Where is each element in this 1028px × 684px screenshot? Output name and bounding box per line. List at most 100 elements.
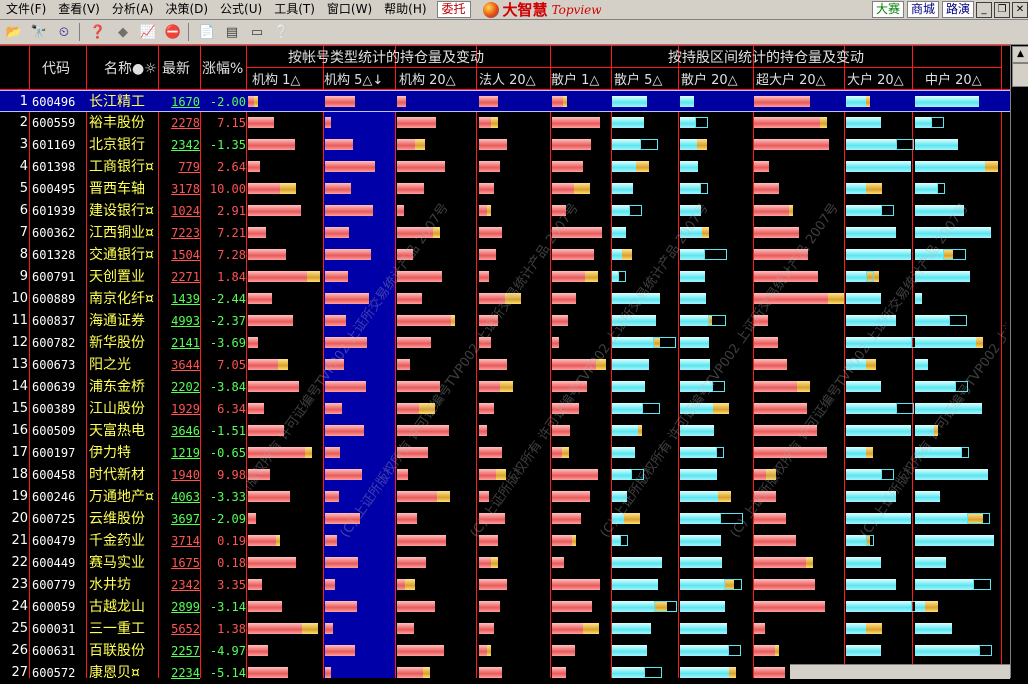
doc-icon[interactable]: 📄 [196, 22, 218, 42]
table-row[interactable]: 3 601169 北京银行 2342 -1.35 [0, 134, 1010, 156]
holding-bar [248, 403, 264, 414]
change-percent: 7.15 [217, 116, 246, 130]
text-icon[interactable]: ▭ [246, 22, 268, 42]
close-icon[interactable]: ✕ [1012, 1, 1028, 18]
folder-icon[interactable]: 📂 [3, 22, 25, 42]
minimize-icon[interactable]: _ [976, 1, 992, 18]
menu-item-0[interactable]: 文件(F) [0, 0, 52, 19]
holding-bar [915, 293, 922, 304]
holding-bar [915, 117, 931, 128]
table-row[interactable]: 7 600362 江西铜业¤ 7223 7.21 [0, 222, 1010, 244]
table-row[interactable]: 17 600197 伊力特 1219 -0.65 [0, 442, 1010, 464]
clock-icon[interactable]: ⏲ [53, 22, 75, 42]
weituo-button[interactable]: 委托 [436, 1, 471, 18]
table-row[interactable]: 26 600631 百联股份 2257 -4.97 [0, 640, 1010, 662]
scroll-up-arrow-icon[interactable]: ▲ [1012, 46, 1028, 63]
table-row[interactable]: 11 600837 海通证券 4993 -2.37 [0, 310, 1010, 332]
chart-icon[interactable]: 📈 [137, 22, 159, 42]
menu-item-4[interactable]: 公式(U) [214, 0, 268, 19]
table-row[interactable]: 18 600458 时代新材 1940 9.98 [0, 464, 1010, 486]
table-row[interactable]: 23 600779 水井坊 2342 3.35 [0, 574, 1010, 596]
menu-item-2[interactable]: 分析(A) [106, 0, 160, 19]
window-icon[interactable]: ▤ [221, 22, 243, 42]
table-row[interactable]: 8 601328 交通银行¤ 1504 7.28 [0, 244, 1010, 266]
menu-right-button-2[interactable]: 路演 [941, 1, 974, 18]
menu-right-button-0[interactable]: 大赛 [871, 1, 904, 18]
table-row[interactable]: 14 600639 浦东金桥 2202 -3.84 [0, 376, 1010, 398]
table-row[interactable]: 5 600495 晋西车轴 3178 10.00 [0, 178, 1010, 200]
holding-bar [325, 557, 359, 568]
holding-bar [479, 359, 507, 370]
menu-item-5[interactable]: 工具(T) [268, 0, 321, 19]
holding-bar [248, 469, 270, 480]
header-name[interactable]: 名称●☼ [104, 58, 157, 78]
stop-icon[interactable]: ⛔ [162, 22, 184, 42]
table-row[interactable]: 24 600059 古越龙山 2899 -3.14 [0, 596, 1010, 618]
header-sub-0[interactable]: 机构 1△ [252, 69, 300, 88]
holding-bar [680, 205, 701, 216]
header-sub-5[interactable]: 散户 5△ [614, 69, 662, 88]
stock-code: 600197 [32, 446, 76, 460]
stock-code: 600791 [32, 270, 76, 284]
holding-change-bar [500, 381, 514, 392]
stock-code: 600509 [32, 424, 76, 438]
stock-name: 天创置业 [89, 269, 145, 285]
holding-change-bar [276, 535, 280, 546]
table-row[interactable]: 9 600791 天创置业 2271 1.84 [0, 266, 1010, 288]
holding-bar [552, 579, 601, 590]
table-row[interactable]: 22 600449 赛马实业 1675 0.18 [0, 552, 1010, 574]
vertical-scrollbar[interactable]: ▲ [1010, 45, 1028, 678]
menu-right-button-1[interactable]: 商城 [906, 1, 939, 18]
table-row[interactable]: 1 600496 长江精工 1670 -2.00 [0, 90, 1010, 112]
scroll-thumb[interactable] [1012, 63, 1028, 87]
header-sub-2[interactable]: 机构 20△ [399, 69, 456, 88]
table-row[interactable]: 16 600509 天富热电 3646 -1.51 [0, 420, 1010, 442]
table-row[interactable]: 13 600673 阳之光 3644 7.05 [0, 354, 1010, 376]
holding-bar [754, 139, 830, 150]
menu-item-6[interactable]: 窗口(W) [321, 0, 378, 19]
table-row[interactable]: 2 600559 裕丰股份 2278 7.15 [0, 112, 1010, 134]
header-sub-7[interactable]: 超大户 20△ [756, 69, 826, 88]
binoculars-icon[interactable]: 🔭 [28, 22, 50, 42]
header-sub-3[interactable]: 法人 20△ [479, 69, 536, 88]
header-sub-9[interactable]: 中户 20△ [925, 69, 982, 88]
table-row[interactable]: 4 601398 工商银行¤ 779 2.64 [0, 156, 1010, 178]
holding-bar [680, 623, 727, 634]
header-sub-8[interactable]: 大户 20△ [847, 69, 904, 88]
table-row[interactable]: 12 600782 新华股份 2141 -3.69 [0, 332, 1010, 354]
menu-item-3[interactable]: 决策(D) [159, 0, 214, 19]
holding-bar [680, 183, 700, 194]
holding-bar [612, 579, 659, 590]
holding-change-bar [766, 469, 777, 480]
holding-bar [680, 337, 709, 348]
table-row[interactable]: 10 600889 南京化纤¤ 1439 -2.44 [0, 288, 1010, 310]
whatsthis-icon[interactable]: ❔ [271, 22, 293, 42]
holding-bar [846, 227, 897, 238]
header-change[interactable]: 涨幅% [202, 58, 243, 78]
holding-bar [680, 315, 708, 326]
menu-item-7[interactable]: 帮助(H) [378, 0, 432, 19]
diamond-icon[interactable]: ◆ [112, 22, 134, 42]
table-row[interactable]: 20 600725 云维股份 3697 -2.09 [0, 508, 1010, 530]
header-sub-1[interactable]: 机构 5△↓ [324, 69, 383, 88]
horizontal-scrollbar[interactable] [790, 664, 1010, 679]
holding-bar [248, 579, 262, 590]
holding-bar [248, 667, 289, 678]
latest-price: 3644 [171, 358, 200, 372]
table-row[interactable]: 15 600389 江山股份 1929 6.34 [0, 398, 1010, 420]
table-row[interactable]: 25 600031 三一重工 5652 1.38 [0, 618, 1010, 640]
holding-bar [754, 161, 770, 172]
table-row[interactable]: 21 600479 千金药业 3714 0.19 [0, 530, 1010, 552]
table-row[interactable]: 19 600246 万通地产¤ 4063 -3.33 [0, 486, 1010, 508]
restore-icon[interactable]: ❐ [994, 1, 1010, 18]
header-sub-6[interactable]: 散户 20△ [681, 69, 738, 88]
row-number: 16 [11, 423, 28, 438]
menu-item-1[interactable]: 查看(V) [52, 0, 106, 19]
header-code[interactable]: 代码 [42, 58, 70, 78]
header-price[interactable]: 最新 [162, 58, 190, 78]
table-row[interactable]: 6 601939 建设银行¤ 1024 2.91 [0, 200, 1010, 222]
row-number: 27 [11, 665, 28, 680]
header-sub-4[interactable]: 散户 1△ [551, 69, 599, 88]
help-book-icon[interactable]: ❓ [87, 22, 109, 42]
holding-bar [397, 491, 437, 502]
